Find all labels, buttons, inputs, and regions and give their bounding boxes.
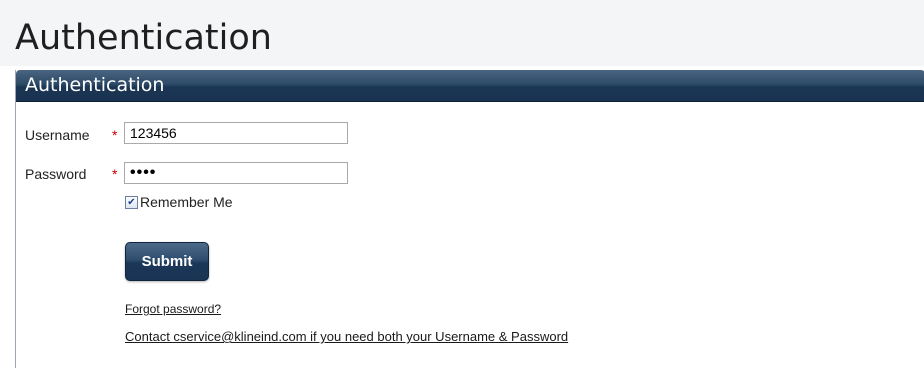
password-label: Password: [25, 166, 87, 182]
username-required-marker: *: [112, 127, 118, 143]
remember-me-option[interactable]: ✔ Remember Me: [125, 194, 233, 210]
submit-button[interactable]: Submit: [125, 242, 209, 281]
remember-me-label: Remember Me: [140, 194, 233, 210]
remember-me-checkbox[interactable]: ✔: [125, 195, 138, 209]
panel-header: Authentication: [16, 70, 924, 102]
username-label: Username: [25, 127, 90, 143]
page-title: Authentication: [15, 18, 272, 58]
password-required-marker: *: [112, 166, 118, 182]
username-input[interactable]: 123456: [124, 122, 348, 144]
authentication-panel: Authentication Username * 123456 Passwor…: [15, 70, 924, 368]
contact-support-link[interactable]: Contact cservice@klineind.com if you nee…: [125, 329, 568, 344]
panel-header-title: Authentication: [25, 74, 165, 96]
password-input[interactable]: ••••: [124, 162, 348, 184]
forgot-password-link[interactable]: Forgot password?: [125, 302, 221, 316]
